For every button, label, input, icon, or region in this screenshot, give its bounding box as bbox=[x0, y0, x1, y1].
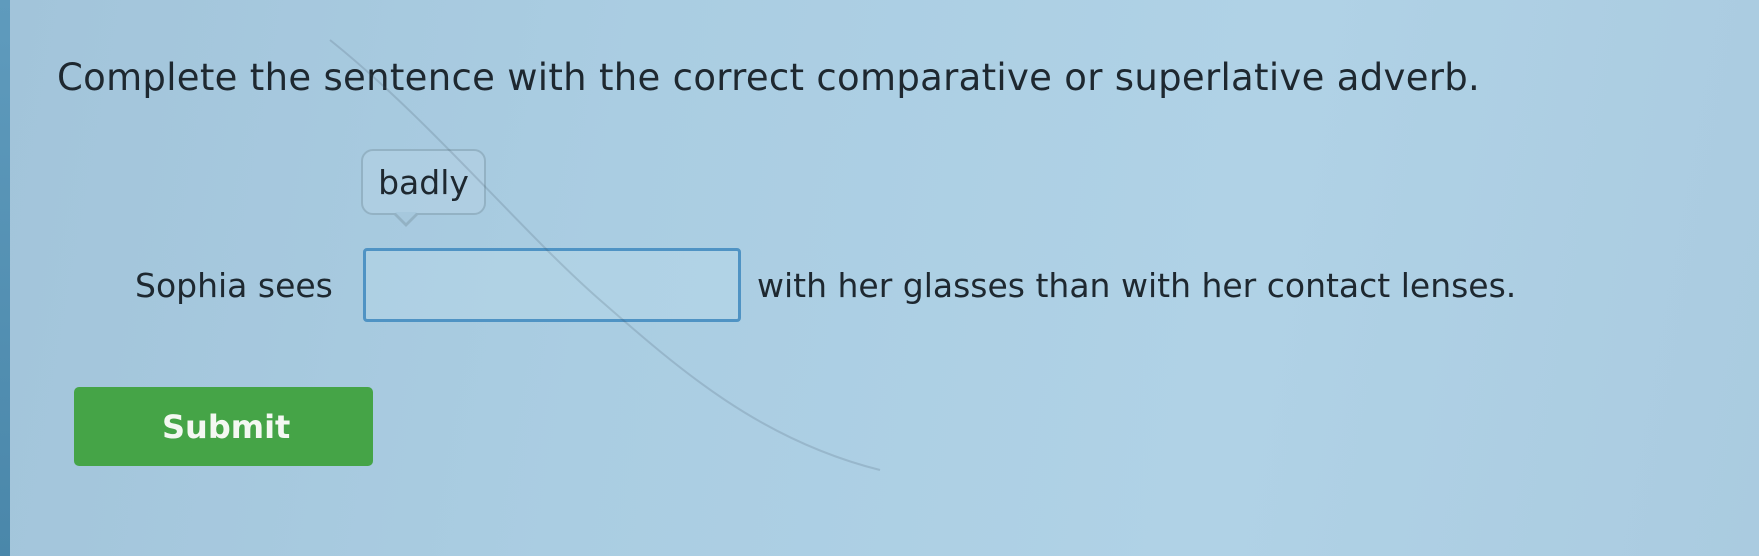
submit-button-label: Submit bbox=[162, 407, 291, 446]
submit-button[interactable]: Submit bbox=[74, 387, 373, 466]
base-word-chip: badly bbox=[361, 149, 486, 215]
answer-input[interactable] bbox=[363, 248, 741, 322]
sentence-after-blank: with her glasses than with her contact l… bbox=[757, 266, 1517, 305]
chip-pointer-fill bbox=[395, 212, 417, 223]
screen-left-edge bbox=[0, 0, 10, 556]
question-instruction: Complete the sentence with the correct c… bbox=[57, 56, 1481, 99]
sentence-before-blank: Sophia sees bbox=[135, 266, 333, 305]
base-word-label: badly bbox=[378, 162, 469, 202]
